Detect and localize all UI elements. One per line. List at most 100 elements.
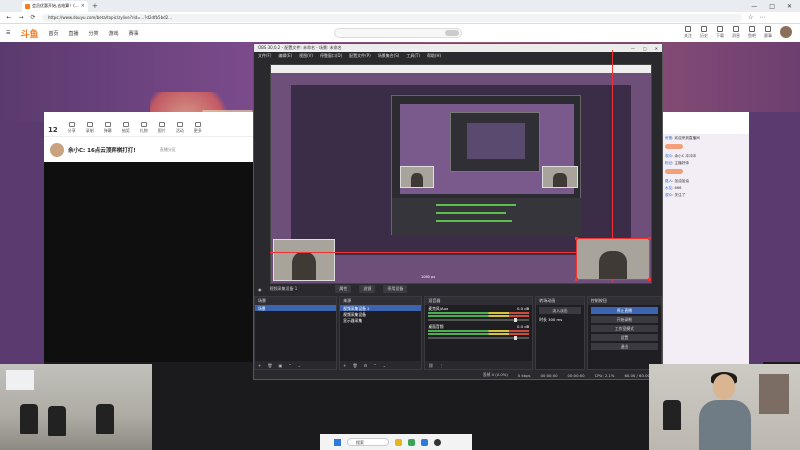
close-window-button[interactable]: ✕: [787, 3, 792, 10]
source-item[interactable]: 显示器采集: [340, 317, 421, 323]
filters-button[interactable]: 滤镜: [359, 285, 376, 293]
site-header: ☰ 斗鱼 首页 直播 分类 游戏 赛事 关注 历史 下载 消息 鱼吧 赛事: [0, 24, 800, 42]
scene-item[interactable]: 场景: [255, 305, 337, 311]
windows-start-icon[interactable]: [334, 438, 341, 446]
camera-icon: ◉: [258, 286, 262, 292]
image-button[interactable]: 图片: [158, 122, 166, 134]
obs-minimize-button[interactable]: —: [631, 46, 635, 51]
obs-maximize-button[interactable]: □: [643, 46, 647, 51]
nested-obs-window: [391, 95, 582, 236]
volume-slider[interactable]: [428, 318, 530, 322]
streamer-avatar[interactable]: [50, 142, 64, 157]
taskbar-search[interactable]: 搜索: [347, 438, 389, 446]
link-icon[interactable]: ⛓: [428, 363, 433, 368]
header-messages[interactable]: 消息: [732, 26, 740, 39]
minimize-button[interactable]: —: [751, 3, 757, 10]
more-icon[interactable]: ⋮: [439, 363, 443, 368]
category-badge[interactable]: 直播分区: [160, 147, 176, 153]
obs-title: OBS 30.0.2 - 配置文件: 未命名 - 场景: 未命名: [258, 45, 342, 50]
nav-link-events[interactable]: 赛事: [129, 30, 139, 37]
chat-message: 路人: 加油加油: [665, 179, 689, 183]
volume-slider[interactable]: [428, 336, 530, 340]
start-recording-button[interactable]: 开始录制: [590, 316, 659, 323]
share-button[interactable]: 分享: [68, 122, 76, 134]
nested-webcam-right: [542, 166, 578, 188]
header-follow[interactable]: 关注: [684, 26, 692, 39]
file-explorer-icon[interactable]: [395, 438, 402, 446]
exit-button[interactable]: 退出: [590, 343, 659, 350]
header-fish-bar[interactable]: 鱼吧: [748, 26, 756, 39]
tab-close-icon[interactable]: ×: [81, 3, 85, 9]
trash-icon[interactable]: 🗑: [267, 363, 272, 368]
header-download[interactable]: 下载: [716, 26, 724, 39]
activity-button[interactable]: 活动: [176, 122, 184, 134]
tab-title: 会员优惠开始,去结算！(...: [32, 3, 79, 8]
chat-icon: [749, 26, 755, 32]
transition-type-select[interactable]: 淡入淡出: [539, 307, 581, 314]
chat-header: [663, 112, 749, 134]
menu-profile[interactable]: 配置文件(P): [349, 53, 371, 59]
mixer-channel-name: 麦克风/Aux 0.0 dB: [428, 306, 530, 311]
back-button[interactable]: ←: [6, 14, 12, 21]
site-search-input[interactable]: [334, 28, 462, 38]
header-events[interactable]: 赛事: [764, 26, 772, 39]
more-menu-icon[interactable]: ⋯: [759, 14, 765, 21]
menu-help[interactable]: 帮助(H): [427, 53, 441, 59]
deactivate-device-button[interactable]: 停用设备: [383, 285, 408, 293]
app-icon[interactable]: [408, 438, 415, 446]
nav-link-category[interactable]: 分类: [89, 30, 99, 37]
forward-button[interactable]: →: [18, 14, 24, 21]
filter-icon[interactable]: ▣: [278, 363, 282, 368]
obs-close-button[interactable]: ✕: [655, 46, 658, 51]
danmaku-button[interactable]: 弹幕: [104, 122, 112, 134]
menu-file[interactable]: 文件(F): [258, 53, 271, 59]
more-button[interactable]: 更多: [194, 122, 202, 134]
menu-scene-collection[interactable]: 场景集合(S): [378, 53, 400, 59]
resize-handle[interactable]: [575, 278, 578, 281]
gear-icon[interactable]: ⚙: [364, 363, 368, 368]
menu-view[interactable]: 视图(V): [299, 53, 313, 59]
site-logo[interactable]: 斗鱼: [20, 27, 38, 40]
obs-app-icon[interactable]: [434, 438, 441, 446]
menu-docks[interactable]: 停靠窗口(D): [320, 53, 342, 59]
stop-streaming-button[interactable]: 停止直播: [590, 307, 659, 314]
video-player-area[interactable]: [44, 162, 254, 362]
down-arrow-icon[interactable]: ⌄: [298, 363, 301, 368]
favorite-star-icon[interactable]: ☆: [748, 14, 753, 21]
studio-mode-button[interactable]: 工作室模式: [590, 325, 659, 332]
nav-link-live[interactable]: 直播: [69, 30, 79, 37]
maximize-button[interactable]: □: [769, 3, 775, 10]
add-icon[interactable]: +: [258, 363, 261, 368]
trash-icon[interactable]: 🗑: [353, 363, 358, 368]
new-tab-button[interactable]: +: [92, 2, 98, 10]
up-arrow-icon[interactable]: ⌃: [373, 363, 376, 368]
user-avatar[interactable]: [780, 26, 792, 38]
add-icon[interactable]: +: [343, 363, 346, 368]
record-button[interactable]: 录制: [86, 122, 94, 134]
menu-icon[interactable]: ☰: [6, 30, 10, 36]
menu-tools[interactable]: 工具(T): [406, 53, 420, 59]
resize-handle[interactable]: [575, 237, 578, 240]
edge-browser-icon[interactable]: [421, 438, 428, 446]
header-history[interactable]: 历史: [700, 26, 708, 39]
lottery-button[interactable]: 抽奖: [122, 122, 130, 134]
browser-tab[interactable]: 会员优惠开始,去结算！(... ×: [22, 0, 88, 12]
audio-meter: [428, 315, 530, 317]
url-input[interactable]: https://www.douyu.com/beta/topic/zylive?…: [42, 13, 742, 22]
menu-edit[interactable]: 编辑(E): [278, 53, 292, 59]
settings-button[interactable]: 设置: [590, 334, 659, 341]
resize-handle[interactable]: [648, 278, 651, 281]
nested-browser-header: [271, 65, 651, 73]
selected-source-box[interactable]: [576, 238, 650, 280]
search-button[interactable]: [445, 30, 459, 36]
preview-person: [598, 251, 628, 279]
nav-link-home[interactable]: 首页: [49, 30, 59, 37]
reload-button[interactable]: ⟳: [30, 14, 36, 21]
resize-handle[interactable]: [648, 237, 651, 240]
nav-link-games[interactable]: 游戏: [109, 30, 119, 37]
properties-button[interactable]: 属性: [335, 285, 352, 293]
up-arrow-icon[interactable]: ⌃: [288, 363, 291, 368]
gift-button[interactable]: 礼物: [140, 122, 148, 134]
down-arrow-icon[interactable]: ⌄: [383, 363, 386, 368]
controls-dock: 控制按钮 停止直播 开始录制 工作室模式 设置 退出: [586, 296, 663, 370]
